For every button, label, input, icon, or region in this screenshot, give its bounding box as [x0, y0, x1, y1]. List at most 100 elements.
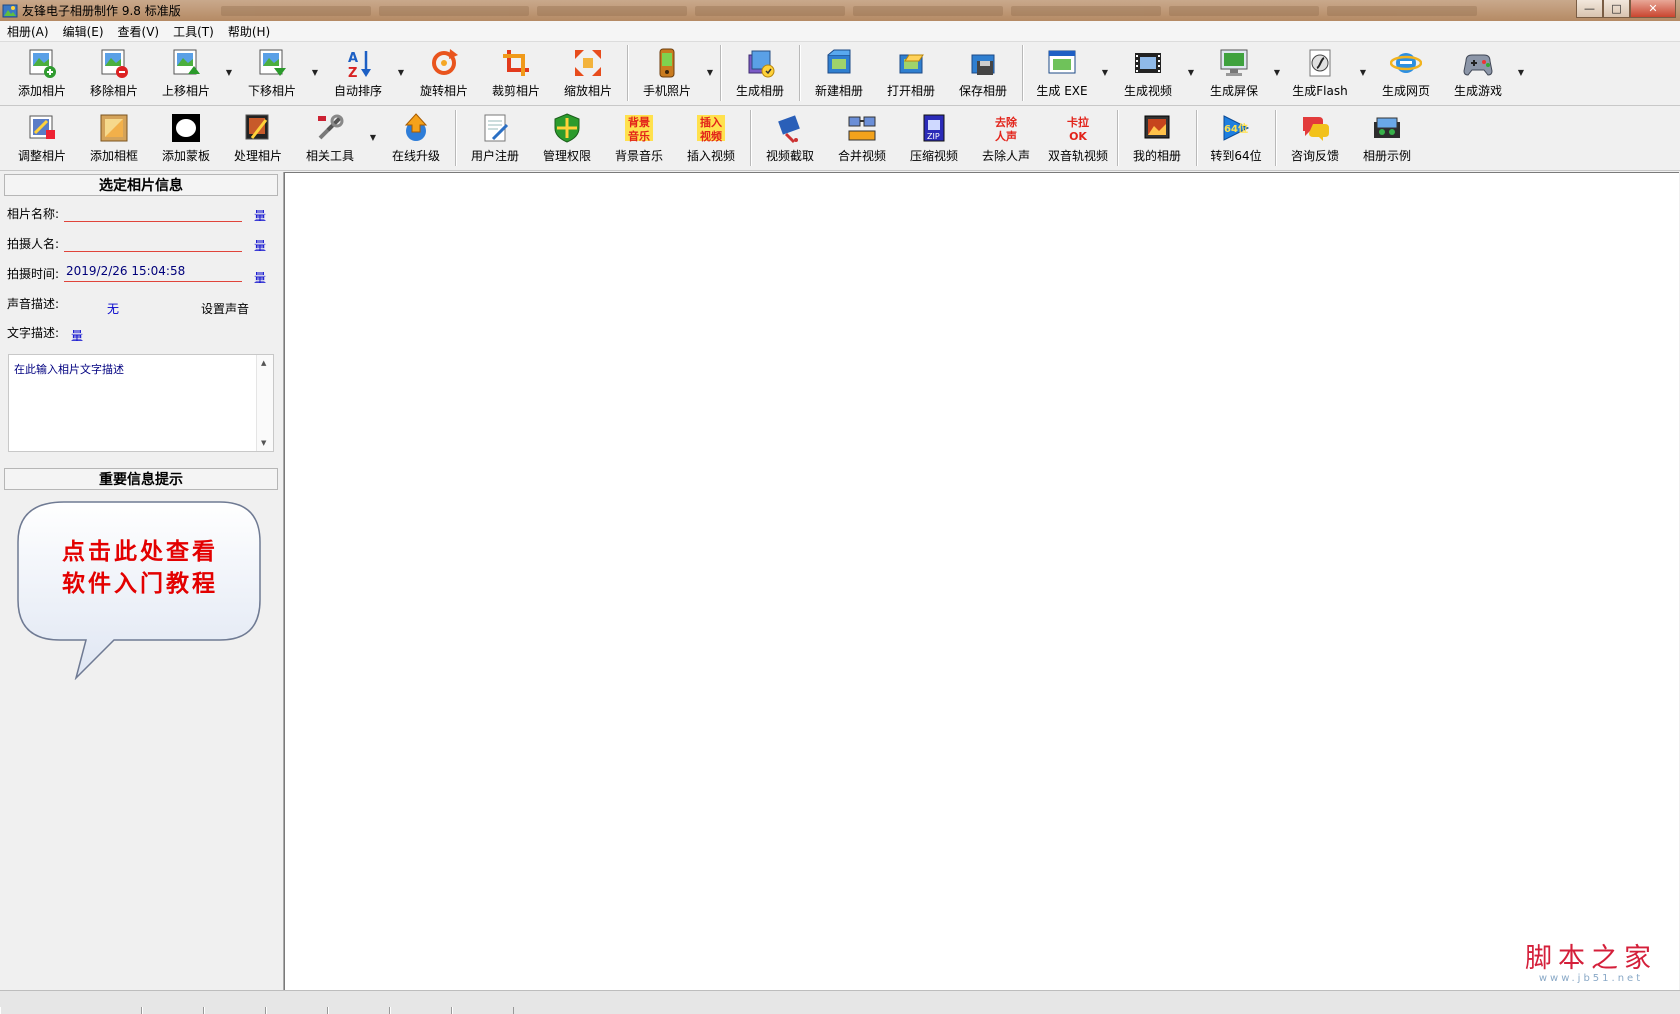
exe-icon [1048, 50, 1076, 74]
toolbar-button-gamepad[interactable]: 生成游戏 [1442, 42, 1514, 102]
toolbar-button-shield[interactable]: 管理权限 [531, 107, 603, 167]
flash-icon [1309, 49, 1331, 77]
toolbar-button-flash[interactable]: 生成Flash [1284, 42, 1356, 102]
scroll-up-icon[interactable]: ▲ [261, 359, 266, 367]
toolbar-button-sort-az[interactable]: A Z 自动排序 [322, 42, 394, 102]
dropdown-arrow-icon[interactable]: ▼ [703, 42, 717, 102]
svg-text:音乐: 音乐 [628, 129, 650, 143]
toolbar-button-remove-photo[interactable]: 移除相片 [78, 42, 150, 102]
toolbar-separator [720, 45, 721, 101]
dropdown-arrow-icon[interactable]: ▼ [1356, 42, 1370, 102]
svg-text:ZIP: ZIP [927, 132, 940, 141]
toolbar-button-generate-album[interactable]: 生成相册 [724, 42, 796, 102]
photo-info-header: 选定相片信息 [4, 174, 278, 196]
open-album-icon [899, 54, 924, 74]
photographer-edit-link[interactable]: 量 [254, 237, 266, 254]
dropdown-arrow-icon[interactable]: ▼ [308, 42, 322, 102]
svg-text:Z: Z [348, 66, 357, 79]
toolbar-button-label: 调整相片 [17, 149, 66, 163]
menu-view[interactable]: 查看(V) [111, 23, 167, 40]
toolbar-button-crop[interactable]: 裁剪相片 [480, 42, 552, 102]
toolbar-button-ie[interactable]: 生成网页 [1370, 42, 1442, 102]
text-desc-edit-link[interactable]: 量 [71, 327, 83, 344]
toolbar-button-monitor[interactable]: 生成屏保 [1198, 42, 1270, 102]
toolbar-button-save-album[interactable]: 保存相册 [947, 42, 1019, 102]
toolbar-button-film[interactable]: 生成视频 [1112, 42, 1184, 102]
toolbar-button-label: 生成游戏 [1453, 84, 1502, 98]
photographer-input[interactable] [64, 230, 242, 252]
dropdown-arrow-icon[interactable]: ▼ [1098, 42, 1112, 102]
tutorial-bubble[interactable]: 点击此处查看 软件入门教程 [14, 500, 266, 681]
close-button[interactable]: ✕ [1630, 0, 1676, 18]
dropdown-arrow-icon[interactable]: ▼ [1270, 42, 1284, 102]
photo-name-input[interactable] [64, 200, 242, 222]
toolbar-separator [627, 45, 628, 101]
dropdown-arrow-icon[interactable]: ▼ [1184, 42, 1198, 102]
toolbar-button-frame[interactable]: 添加相框 [78, 107, 150, 167]
toolbar-group: 用户注册 管理权限 背景 音乐 背景音乐 插入 视频 插入视频 [459, 107, 747, 167]
desc-scrollbar[interactable]: ▲ ▼ [256, 355, 273, 451]
toolbar-button-exe[interactable]: 生成 EXE [1026, 42, 1098, 102]
toolbar-button-karaoke[interactable]: 卡拉 OK 双音轨视频 [1042, 107, 1114, 167]
photo-canvas[interactable]: 脚本之家 www.jb51.net [284, 172, 1679, 990]
toolbar-button-move-down[interactable]: 下移相片 [236, 42, 308, 102]
menu-album[interactable]: 相册(A) [0, 23, 56, 40]
toolbar-separator [1275, 110, 1276, 166]
toolbar-button-label: 打开相册 [886, 84, 935, 98]
minimize-button[interactable]: — [1576, 0, 1603, 18]
toolbar-button-register[interactable]: 用户注册 [459, 107, 531, 167]
toolbar-button-compress-video[interactable]: ZIP 压缩视频 [898, 107, 970, 167]
menu-tools[interactable]: 工具(T) [166, 23, 221, 40]
scroll-down-icon[interactable]: ▼ [261, 439, 266, 447]
sort-az-icon: AZ [348, 51, 371, 79]
toolbar-button-phone[interactable]: 手机照片 [631, 42, 703, 102]
toolbar-button-adjust-photo[interactable]: 调整相片 [6, 107, 78, 167]
svg-text:视频: 视频 [700, 129, 722, 143]
crop-icon [503, 50, 529, 76]
toolbar-button-upgrade[interactable]: 在线升级 [380, 107, 452, 167]
toolbar-button-feedback[interactable]: 咨询反馈 [1279, 107, 1351, 167]
shoot-time-edit-link[interactable]: 量 [254, 269, 266, 286]
set-sound-button[interactable]: 设置声音 [201, 300, 249, 317]
toolbar-button-tools[interactable]: 相关工具 [294, 107, 366, 167]
shoot-time-input[interactable]: 2019/2/26 15:04:58 [64, 260, 242, 282]
text-desc-textarea[interactable]: 在此输入相片文字描述 ▲ ▼ [8, 354, 274, 452]
toolbar-button-process-photo[interactable]: 处理相片 [222, 107, 294, 167]
toolbar-button-example[interactable]: 相册示例 [1351, 107, 1423, 167]
toolbar-button-music[interactable]: 背景 音乐 背景音乐 [603, 107, 675, 167]
monitor-icon [1220, 49, 1248, 76]
toolbar-button-mask[interactable]: 添加蒙板 [150, 107, 222, 167]
toolbar-button-add-photo[interactable]: 添加相片 [6, 42, 78, 102]
toolbar-group: 新建相册 打开相册 保存相册 [803, 42, 1019, 102]
menu-help[interactable]: 帮助(H) [221, 23, 277, 40]
toolbar-button-label: 相关工具 [305, 149, 354, 163]
toolbar-button-open-album[interactable]: 打开相册 [875, 42, 947, 102]
svg-text:去除: 去除 [995, 115, 1018, 129]
film-icon [1135, 53, 1161, 73]
photo-name-edit-link[interactable]: 量 [254, 207, 266, 224]
toolbar-button-remove-voice[interactable]: 去除 人声 去除人声 [970, 107, 1042, 167]
toolbar-button-my-album[interactable]: 我的相册 [1121, 107, 1193, 167]
toolbar-button-merge-video[interactable]: 合并视频 [826, 107, 898, 167]
dropdown-arrow-icon[interactable]: ▼ [394, 42, 408, 102]
toolbar-button-insert-video[interactable]: 插入 视频 插入视频 [675, 107, 747, 167]
toolbar-button-zoom[interactable]: 缩放相片 [552, 42, 624, 102]
toolbar-button-label: 相册示例 [1362, 149, 1411, 163]
toolbar-button-video-cut[interactable]: 视频截取 [754, 107, 826, 167]
new-album-icon [827, 49, 851, 74]
toolbar-button-move-up[interactable]: 上移相片 [150, 42, 222, 102]
menu-edit[interactable]: 编辑(E) [56, 23, 111, 40]
toolbar-group: 我的相册 [1121, 107, 1193, 167]
compress-video-icon: ZIP [923, 114, 945, 142]
dropdown-arrow-icon[interactable]: ▼ [366, 107, 380, 167]
toolbar-button-label: 背景音乐 [614, 149, 663, 163]
toolbar-button-x64[interactable]: 64位 转到64位 [1200, 107, 1272, 167]
toolbar-button-rotate[interactable]: 旋转相片 [408, 42, 480, 102]
tools-icon [318, 114, 344, 140]
svg-text:A: A [348, 51, 358, 66]
maximize-button[interactable]: □ [1603, 0, 1630, 18]
dropdown-arrow-icon[interactable]: ▼ [1514, 42, 1528, 102]
toolbar-group: 调整相片 添加相框 添加蒙板 处理相片 相关工具 ▼ 在线升级 [6, 107, 452, 167]
dropdown-arrow-icon[interactable]: ▼ [222, 42, 236, 102]
toolbar-button-new-album[interactable]: 新建相册 [803, 42, 875, 102]
